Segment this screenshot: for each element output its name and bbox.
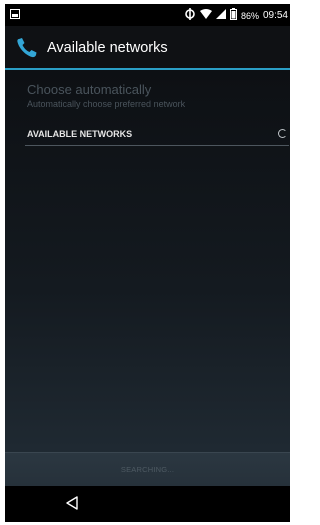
signal-icon [215,9,226,22]
clock: 09:54 [262,10,288,21]
loading-spinner-icon [278,129,287,138]
sync-icon [184,8,196,23]
action-bar: Available networks [5,26,290,68]
battery-icon [229,8,237,23]
status-bar: 86% 09:54 [5,4,290,26]
preference-summary: Automatically choose preferred network [27,99,186,109]
section-label: AVAILABLE NETWORKS [27,129,133,139]
phone-screen: 86% 09:54 Available networks Choose auto… [5,4,290,522]
searching-button[interactable]: SEARCHING... [5,453,290,486]
available-networks-header: AVAILABLE NETWORKS [25,127,289,146]
choose-automatically-preference[interactable]: Choose automatically Automatically choos… [27,82,277,110]
phone-icon[interactable] [15,36,39,65]
notification-icon [10,9,20,22]
search-bar: SEARCHING... [5,452,290,486]
wifi-icon [199,9,212,22]
title-divider [5,68,290,70]
page-title: Available networks [47,40,168,56]
back-icon[interactable] [65,496,79,515]
preference-title: Choose automatically [27,82,152,97]
navigation-bar [5,486,290,522]
battery-percent: 86% [240,10,259,21]
